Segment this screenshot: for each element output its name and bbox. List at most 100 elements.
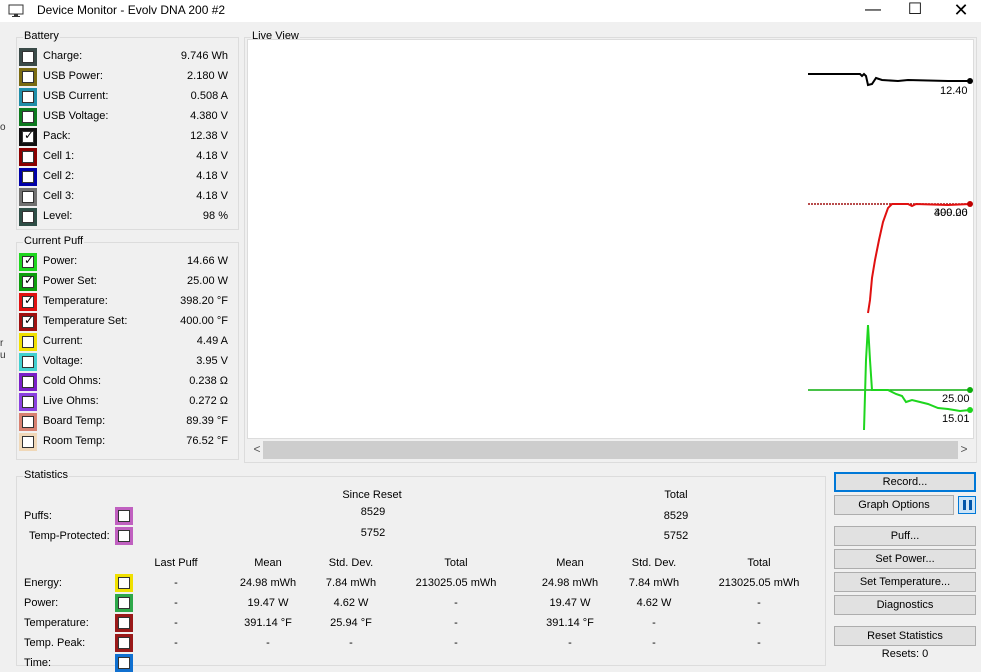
set-power-button[interactable]: Set Power... [834,549,976,569]
pack-endpoint [967,78,973,84]
temperature-trace [867,202,971,314]
stat-cell: - [757,637,761,649]
row-label: USB Current: [43,90,109,102]
channel-checkbox[interactable] [19,393,37,411]
window-title: Device Monitor - Evolv DNA 200 #2 [37,3,226,17]
checkbox-box [22,396,34,408]
channel-checkbox[interactable] [19,413,37,431]
row-value: 98 % [202,210,228,222]
column-header: Std. Dev. [328,557,374,569]
stat-row-checkbox[interactable] [115,574,133,592]
close-button[interactable]: ✕ [938,0,981,22]
monitor-row: Current: 4.49 A [17,332,237,352]
row-value: 3.95 V [196,355,228,367]
stat-row-checkbox[interactable] [115,634,133,652]
channel-checkbox[interactable] [19,168,37,186]
row-label: Temperature Set: [43,315,128,327]
row-value: 2.180 W [187,70,228,82]
checkbox-box: ✓ [22,294,34,308]
stat-cell: 213025.05 mWh [718,577,800,589]
channel-checkbox[interactable] [19,208,37,226]
maximize-button[interactable]: ☐ [892,0,938,22]
monitor-row: Charge: 9.746 Wh [17,47,237,67]
stat-cell: 7.84 mWh [628,577,680,589]
checkbox-box [22,111,34,123]
battery-group-title: Battery [23,30,60,42]
row-value: 4.18 V [196,190,228,202]
record-button[interactable]: Record... [834,472,976,492]
row-label: Cell 1: [43,150,75,162]
stat-cell: - [757,617,761,629]
monitor-row: Room Temp: 76.52 °F [17,432,237,452]
edge-glyph: o [0,122,6,133]
row-label: Voltage: [43,355,83,367]
channel-checkbox[interactable] [19,68,37,86]
scrollbar-thumb[interactable] [263,441,958,459]
channel-checkbox[interactable] [19,188,37,206]
channel-checkbox[interactable]: ✓ [19,313,37,331]
temp-protected-checkbox[interactable] [115,527,133,545]
stat-cell: - [757,597,761,609]
row-label: Board Temp: [43,415,106,427]
title-bar: Device Monitor - Evolv DNA 200 #2 — ☐ ✕ [0,0,981,22]
row-value: 76.52 °F [186,435,228,447]
reset-statistics-button[interactable]: Reset Statistics [834,626,976,646]
row-value: 398.20 °F [180,295,228,307]
scroll-right-icon[interactable]: > [956,442,972,456]
stat-row-checkbox[interactable] [115,594,133,612]
total-header: Total [664,489,688,501]
puffs-checkbox[interactable] [115,507,133,525]
row-value: 9.746 Wh [180,50,228,62]
checkbox-box [22,356,34,368]
channel-checkbox[interactable] [19,353,37,371]
channel-checkbox[interactable]: ✓ [19,293,37,311]
channel-checkbox[interactable]: ✓ [19,273,37,291]
pause-button[interactable] [958,496,976,514]
channel-checkbox[interactable] [19,333,37,351]
stat-row-label: Time: [24,657,52,669]
monitor-row: Voltage: 3.95 V [17,352,237,372]
channel-checkbox[interactable]: ✓ [19,128,37,146]
row-label: Cell 3: [43,190,75,202]
row-label: Temperature: [43,295,108,307]
puff-button[interactable]: Puff... [834,526,976,546]
row-value: 14.66 W [187,255,228,267]
channel-checkbox[interactable] [19,148,37,166]
stat-row-checkbox[interactable] [115,654,133,672]
stat-cell: - [652,637,656,649]
live-view-scrollbar[interactable]: < > [247,440,974,460]
since-reset-header: Since Reset [342,489,402,501]
puffs-total: 8529 [663,510,689,522]
row-label: Power Set: [43,275,97,287]
row-value: 4.380 V [190,110,228,122]
channel-checkbox[interactable] [19,48,37,66]
channel-checkbox[interactable] [19,88,37,106]
monitor-row: Cell 2: 4.18 V [17,167,237,187]
checkbox-box [118,637,130,649]
stat-cell: - [454,617,458,629]
channel-checkbox[interactable] [19,108,37,126]
graph-options-button[interactable]: Graph Options [834,495,954,515]
checkbox-box [22,51,34,63]
stat-row-label: Energy: [24,577,62,589]
channel-checkbox[interactable]: ✓ [19,253,37,271]
stat-row-checkbox[interactable] [115,614,133,632]
column-header: Std. Dev. [631,557,677,569]
row-value: 400.00 °F [180,315,228,327]
stat-cell: 391.14 °F [244,617,292,629]
row-value: 4.49 A [196,335,228,347]
diagnostics-button[interactable]: Diagnostics [834,595,976,615]
checkbox-box [118,530,130,542]
temp-protected-label: Temp-Protected: [29,530,110,542]
stat-cell: 7.84 mWh [325,577,377,589]
row-label: USB Power: [43,70,103,82]
checkbox-box [22,191,34,203]
minimize-button[interactable]: — [850,0,896,22]
channel-checkbox[interactable] [19,373,37,391]
set-temperature-button[interactable]: Set Temperature... [834,572,976,592]
resets-count: Resets: 0 [881,648,929,660]
channel-checkbox[interactable] [19,433,37,451]
stat-cell: 391.14 °F [546,617,594,629]
checkbox-box [22,336,34,348]
statistics-group: Statistics [16,469,826,666]
